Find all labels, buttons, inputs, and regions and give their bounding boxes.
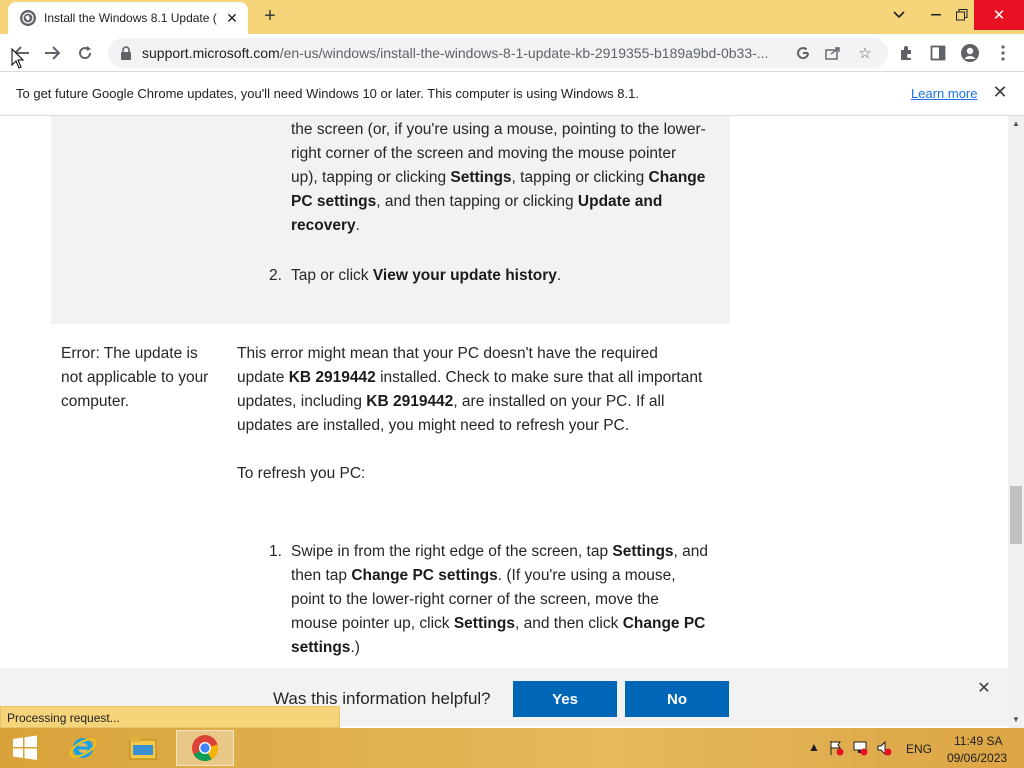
- start-button[interactable]: [0, 730, 50, 766]
- paragraph-line: updates are installed, you might need to…: [237, 417, 630, 434]
- list-item: settings.): [291, 639, 360, 656]
- scroll-up-arrow-icon[interactable]: ▲: [1008, 116, 1024, 132]
- close-infobar-icon[interactable]: ✕: [990, 82, 1010, 102]
- paragraph-line: up), tapping or clicking Settings, tappi…: [291, 169, 706, 186]
- list-item: mouse pointer up, click Settings, and th…: [291, 615, 706, 632]
- vertical-scrollbar[interactable]: ▲ ▼: [1008, 116, 1024, 728]
- new-tab-button[interactable]: +: [260, 6, 280, 26]
- paragraph-line: right corner of the screen and moving th…: [291, 145, 677, 162]
- status-bubble: Processing request...: [0, 706, 340, 728]
- clock-date[interactable]: 09/06/2023: [947, 751, 1007, 765]
- error-label: Error: The update is: [61, 345, 198, 362]
- error-label: not applicable to your: [61, 369, 209, 386]
- update-infobar: To get future Google Chrome updates, you…: [0, 72, 1024, 116]
- url-path: /en-us/windows/install-the-windows-8-1-u…: [279, 45, 769, 61]
- browser-tab[interactable]: Install the Windows 8.1 Update ( ✕: [8, 2, 248, 34]
- list-item: then tap Change PC settings. (If you're …: [291, 567, 676, 584]
- lock-icon: [121, 46, 131, 60]
- list-item: Tap or click View your update history.: [291, 267, 562, 284]
- url-text[interactable]: support.microsoft.com/en-us/windows/inst…: [142, 45, 792, 61]
- close-feedback-icon[interactable]: ✕: [975, 680, 993, 698]
- yes-button[interactable]: Yes: [513, 681, 617, 717]
- reload-icon[interactable]: [72, 40, 98, 66]
- address-bar[interactable]: support.microsoft.com/en-us/windows/inst…: [108, 38, 888, 68]
- minimize-button[interactable]: [922, 0, 950, 30]
- windows-taskbar: ▲ ENG 11:49 SA 09/06/2023: [0, 728, 1024, 768]
- google-lens-icon[interactable]: [792, 42, 814, 64]
- tab-strip: Install the Windows 8.1 Update ( ✕ + ✕: [0, 0, 1024, 34]
- bookmark-star-icon[interactable]: ☆: [854, 42, 876, 64]
- globe-icon: [20, 10, 36, 26]
- clock-time[interactable]: 11:49 SA: [954, 734, 1002, 748]
- scroll-thumb[interactable]: [1010, 486, 1022, 544]
- tab-search-icon[interactable]: [886, 0, 912, 30]
- browser-toolbar: support.microsoft.com/en-us/windows/inst…: [0, 34, 1024, 72]
- infobar-message: To get future Google Chrome updates, you…: [16, 86, 639, 101]
- forward-arrow-icon[interactable]: [40, 40, 66, 66]
- internet-explorer-icon[interactable]: [54, 730, 112, 766]
- volume-muted-icon[interactable]: [876, 740, 892, 756]
- side-panel-icon[interactable]: [925, 40, 951, 66]
- no-button[interactable]: No: [625, 681, 729, 717]
- close-tab-icon[interactable]: ✕: [224, 10, 240, 26]
- extensions-icon[interactable]: [893, 40, 919, 66]
- list-number: 2.: [269, 267, 282, 284]
- paragraph-line: recovery.: [291, 217, 360, 234]
- list-number: 1.: [269, 543, 282, 560]
- list-item: point to the lower-right corner of the s…: [291, 591, 659, 608]
- restore-button[interactable]: [950, 0, 974, 30]
- paragraph-line: the screen (or, if you're using a mouse,…: [291, 121, 706, 138]
- network-icon[interactable]: [852, 740, 868, 756]
- tab-title: Install the Windows 8.1 Update (: [44, 11, 217, 25]
- error-label: computer.: [61, 393, 130, 410]
- screen: Install the Windows 8.1 Update ( ✕ + ✕ s…: [0, 0, 1024, 768]
- language-indicator[interactable]: ENG: [906, 742, 932, 756]
- show-hidden-icons-icon[interactable]: ▲: [806, 740, 822, 756]
- paragraph-line: PC settings, and then tapping or clickin…: [291, 193, 663, 210]
- chrome-taskbar-icon[interactable]: [176, 730, 234, 766]
- paragraph-line: This error might mean that your PC doesn…: [237, 345, 658, 362]
- action-center-flag-icon[interactable]: [828, 740, 844, 756]
- menu-kebab-icon[interactable]: [990, 40, 1016, 66]
- refresh-heading: To refresh you PC:: [237, 465, 366, 482]
- scroll-down-arrow-icon[interactable]: ▼: [1008, 712, 1024, 728]
- close-window-button[interactable]: ✕: [974, 0, 1024, 30]
- profile-avatar-icon[interactable]: [957, 40, 983, 66]
- share-icon[interactable]: [822, 42, 844, 64]
- url-domain: support.microsoft.com: [142, 45, 280, 61]
- mouse-cursor-icon: [11, 48, 25, 69]
- paragraph-line: update KB 2919442 installed. Check to ma…: [237, 369, 703, 386]
- paragraph-line: updates, including KB 2919442, are insta…: [237, 393, 665, 410]
- page-content: the screen (or, if you're using a mouse,…: [0, 116, 1008, 726]
- windows-logo-icon: [13, 735, 37, 760]
- list-item: Swipe in from the right edge of the scre…: [291, 543, 709, 560]
- file-explorer-icon[interactable]: [114, 730, 172, 766]
- learn-more-link[interactable]: Learn more: [911, 86, 977, 101]
